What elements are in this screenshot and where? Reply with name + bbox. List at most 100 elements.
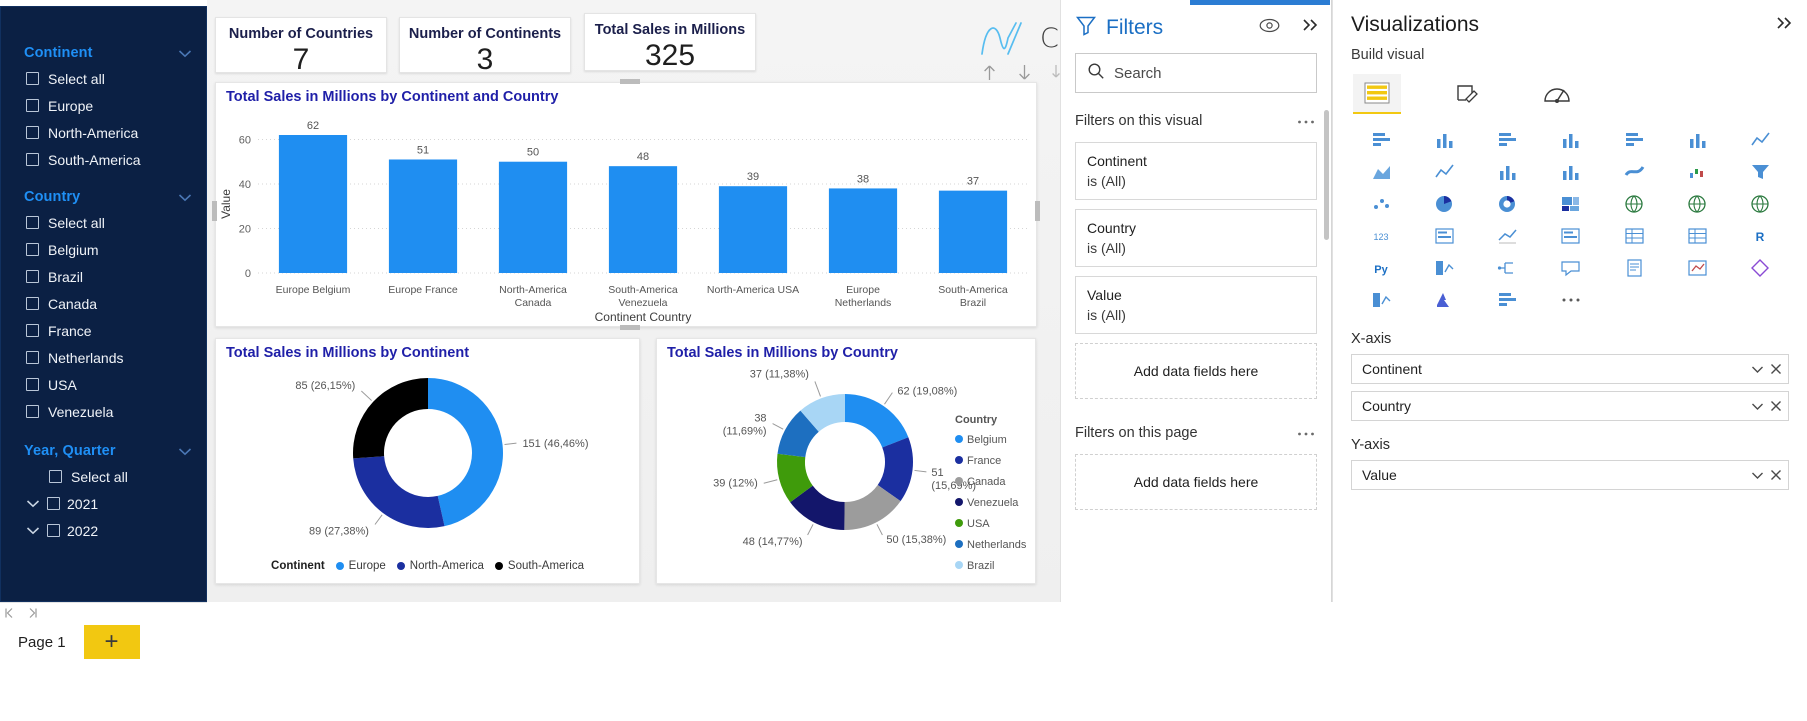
checkbox[interactable] [26,297,39,310]
resize-handle-bottom[interactable] [620,325,640,330]
slicer-icon[interactable] [1540,221,1601,251]
tab-analytics[interactable] [1533,74,1581,114]
collapse-filters-pane-icon[interactable] [1301,17,1319,38]
checkbox[interactable] [26,405,39,418]
filter-card-country[interactable]: Country is (All) [1075,209,1317,267]
slicer-item-select-all[interactable]: Select all [1,209,206,236]
line-stacked-column-chart-icon[interactable] [1477,157,1538,187]
key-influencers-icon[interactable] [1414,253,1475,283]
checkbox[interactable] [26,126,39,139]
add-page-button[interactable]: + [83,625,140,659]
donut-chart-icon[interactable] [1477,189,1538,219]
chevron-down-icon[interactable] [1751,471,1764,480]
checkbox[interactable] [26,351,39,364]
expand-chevron-icon[interactable] [26,526,40,535]
ribbon-chart-icon[interactable] [1604,157,1665,187]
funnel-chart-icon[interactable] [1730,157,1791,187]
kpi-card-number-of-countries[interactable]: Number of Countries 7 [215,17,387,76]
slicer-item-select-all[interactable]: Select all [1,463,206,490]
slicer-item-north-america[interactable]: North-America [1,119,206,146]
slicer-item-2021[interactable]: 2021 [1,490,206,517]
scatter-chart-icon[interactable] [1351,189,1412,219]
q-and-a-icon[interactable] [1540,253,1601,283]
table-icon[interactable] [1604,221,1665,251]
legend-item-europe[interactable]: Europe [335,560,386,572]
slicer-item-2022[interactable]: 2022 [1,517,206,544]
area-chart-icon[interactable] [1351,157,1412,187]
tab-build-visual[interactable] [1353,74,1401,114]
add-data-fields-dropzone-page[interactable]: Add data fields here [1075,454,1317,510]
matrix-icon[interactable] [1667,221,1728,251]
chevron-down-icon[interactable] [178,49,192,58]
paginated-report-icon[interactable] [1604,253,1665,283]
clustered-column-chart-icon[interactable] [1604,125,1665,155]
slicer-item-europe[interactable]: Europe [1,92,206,119]
slicer-item-france[interactable]: France [1,317,206,344]
checkbox[interactable] [49,470,62,483]
kpi-card-number-of-continents[interactable]: Number of Continents 3 [399,17,571,76]
chevron-down-icon[interactable] [178,193,192,202]
smart-narrative-icon[interactable] [1351,285,1412,315]
resize-handle-top[interactable] [620,79,640,84]
expand-chevron-icon[interactable] [26,499,40,508]
checkbox[interactable] [47,497,60,510]
field-well-country[interactable]: Country [1351,391,1789,421]
card-number-icon[interactable]: 123 [1351,221,1412,251]
clustered-bar-chart-icon[interactable] [1414,125,1475,155]
collapse-visualizations-pane-icon[interactable] [1775,15,1793,36]
page-next-icon[interactable] [26,607,38,622]
power-apps-icon[interactable] [1730,253,1791,283]
remove-field-x-icon[interactable] [1770,469,1782,481]
multi-row-card-icon[interactable] [1414,221,1475,251]
drill-up-arrow-icon[interactable] [980,63,999,82]
line-clustered-column-chart-icon[interactable] [1540,157,1601,187]
remove-field-x-icon[interactable] [1770,400,1782,412]
field-well-value[interactable]: Value [1351,460,1789,490]
filters-search-box[interactable]: Search [1075,53,1317,93]
slicer-item-venezuela[interactable]: Venezuela [1,398,206,425]
filter-card-continent[interactable]: Continent is (All) [1075,142,1317,200]
checkbox[interactable] [26,270,39,283]
tab-format-visual[interactable] [1443,74,1491,114]
r-script-visual-icon[interactable]: R [1730,221,1791,251]
legend-item-north-america[interactable]: North-America [396,560,484,572]
chevron-down-icon[interactable] [178,447,192,456]
drill-down-arrow-icon[interactable] [1015,63,1034,82]
stacked-column-chart-icon[interactable] [1540,125,1601,155]
more-options-icon[interactable] [1297,425,1315,441]
resize-handle-right[interactable] [1035,201,1040,221]
filters-pane-scrollbar[interactable] [1324,110,1329,240]
resize-handle-left[interactable] [212,201,217,221]
kpi-card-total-sales[interactable]: Total Sales in Millions 325 [584,13,756,72]
page-prev-icon[interactable] [4,607,16,622]
more-visuals-icon[interactable] [1477,285,1538,315]
chevron-down-icon[interactable] [1751,365,1764,374]
slicer-item-belgium[interactable]: Belgium [1,236,206,263]
checkbox[interactable] [26,153,39,166]
stacked-area-chart-icon[interactable] [1414,157,1475,187]
metrics-icon[interactable] [1667,253,1728,283]
100-stacked-column-chart-icon[interactable] [1667,125,1728,155]
field-well-continent[interactable]: Continent [1351,354,1789,384]
slicer-item-south-america[interactable]: South-America [1,146,206,173]
continent-donut-tile[interactable]: Total Sales in Millions by Continent 151… [215,338,640,584]
more-visuals-icon[interactable] [1540,285,1601,315]
filled-map-icon[interactable] [1667,189,1728,219]
remove-field-x-icon[interactable] [1770,363,1782,375]
waterfall-chart-icon[interactable] [1667,157,1728,187]
checkbox[interactable] [26,378,39,391]
slicer-item-usa[interactable]: USA [1,371,206,398]
line-chart-icon[interactable] [1730,125,1791,155]
checkbox[interactable] [26,72,39,85]
country-donut-tile[interactable]: Total Sales in Millions by Country 62 (1… [656,338,1036,584]
checkbox[interactable] [26,243,39,256]
100-stacked-bar-chart-icon[interactable] [1477,125,1538,155]
shape-map-icon[interactable] [1730,189,1791,219]
slicer-item-brazil[interactable]: Brazil [1,263,206,290]
slicer-item-select-all[interactable]: Select all [1,65,206,92]
expand-all-down-icon[interactable] [1050,63,1060,82]
checkbox[interactable] [26,324,39,337]
checkbox[interactable] [26,216,39,229]
hide-pane-eye-icon[interactable] [1259,18,1280,38]
more-options-icon[interactable] [1297,113,1315,129]
